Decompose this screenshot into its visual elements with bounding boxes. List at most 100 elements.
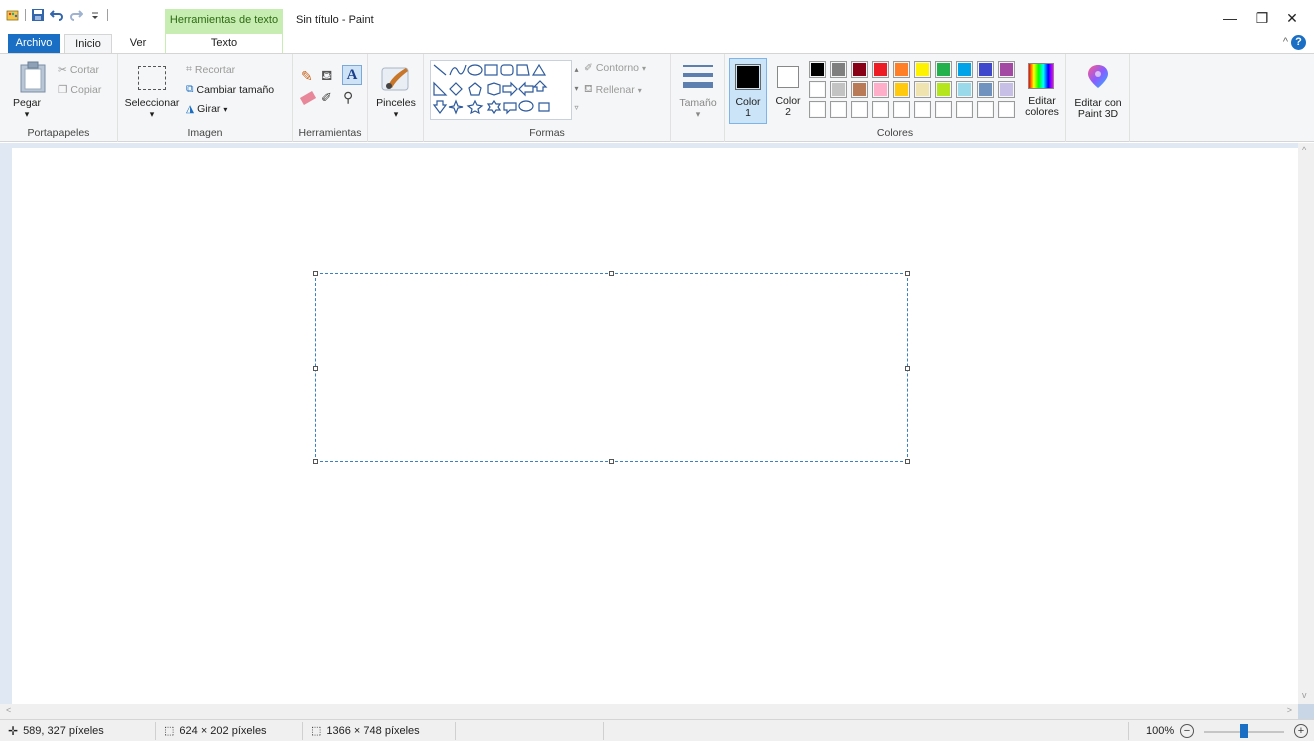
palette-swatch[interactable] [809, 81, 826, 98]
undo-icon[interactable] [50, 8, 64, 22]
paint-app-icon[interactable] [6, 8, 20, 22]
palette-swatch[interactable] [872, 61, 889, 78]
select-button[interactable]: Seleccionar ▾ [122, 58, 182, 124]
restore-button[interactable]: ❐ [1252, 8, 1272, 28]
resize-handle-top[interactable] [609, 271, 614, 276]
palette-swatch[interactable] [935, 81, 952, 98]
size-button[interactable]: Tamaño ▾ [675, 58, 721, 124]
color1-button[interactable]: Color 1 [729, 58, 767, 124]
crop-button[interactable]: ⌗ Recortar [186, 63, 235, 76]
resize-handle-right[interactable] [905, 366, 910, 371]
palette-swatch[interactable] [977, 81, 994, 98]
cut-button[interactable]: ✂ Cortar [58, 64, 99, 76]
scroll-down-icon[interactable]: v [1302, 690, 1307, 700]
palette-swatch[interactable] [998, 101, 1015, 118]
resize-handle-bottom-right[interactable] [905, 459, 910, 464]
copy-label: Copiar [70, 84, 102, 96]
palette-swatch[interactable] [977, 61, 994, 78]
palette-swatch[interactable] [830, 61, 847, 78]
zoom-slider-thumb[interactable] [1240, 724, 1248, 738]
redo-icon[interactable] [69, 8, 83, 22]
paste-button[interactable]: Pegar ▾ [10, 58, 54, 124]
palette-swatch-fill [937, 63, 950, 76]
brush-icon [381, 67, 409, 91]
outline-button[interactable]: ✐ Contorno ▾ [584, 62, 646, 74]
save-icon[interactable] [31, 8, 45, 22]
palette-swatch[interactable] [956, 101, 973, 118]
text-tool-icon[interactable]: A [342, 65, 362, 85]
palette-swatch-fill [853, 103, 866, 116]
palette-swatch[interactable] [851, 101, 868, 118]
cut-label: Cortar [69, 64, 99, 76]
palette-swatch[interactable] [809, 101, 826, 118]
resize-handle-bottom[interactable] [609, 459, 614, 464]
palette-swatch[interactable] [851, 81, 868, 98]
scroll-up-icon[interactable]: ^ [1302, 145, 1306, 155]
palette-swatch[interactable] [872, 101, 889, 118]
zoom-out-button[interactable]: − [1180, 724, 1194, 738]
group-portapapeles: Pegar ▾ ✂ Cortar ❐ Copiar Portapapeles [0, 54, 118, 142]
palette-swatch[interactable] [935, 101, 952, 118]
line-size-icon [683, 65, 713, 88]
palette-swatch[interactable] [956, 81, 973, 98]
title-bar: Herramientas de texto Sin título - Paint… [0, 0, 1314, 34]
resize-handle-left[interactable] [313, 366, 318, 371]
text-selection-box[interactable] [313, 271, 910, 464]
vertical-scrollbar[interactable]: ^ v [1298, 143, 1314, 704]
window-title: Sin título - Paint [296, 14, 374, 26]
help-icon[interactable]: ? [1291, 35, 1306, 50]
close-button[interactable]: ✕ [1282, 8, 1302, 28]
edit-colors-button[interactable]: Editar colores [1021, 58, 1065, 124]
tab-archivo[interactable]: Archivo [8, 34, 60, 53]
customize-qat-icon[interactable] [88, 8, 102, 22]
brushes-button[interactable]: Pinceles ▾ [372, 58, 420, 124]
copy-button[interactable]: ❐ Copiar [58, 84, 101, 96]
scroll-right-icon[interactable]: > [1287, 705, 1292, 715]
zoom-in-button[interactable]: + [1294, 724, 1308, 738]
palette-swatch[interactable] [914, 61, 931, 78]
palette-swatch[interactable] [956, 61, 973, 78]
tab-inicio[interactable]: Inicio [64, 34, 112, 53]
eraser-icon[interactable] [299, 91, 317, 105]
palette-swatch[interactable] [914, 101, 931, 118]
fill-button[interactable]: ⛾ Rellenar ▾ [584, 83, 642, 97]
tab-texto[interactable]: Texto [165, 34, 283, 53]
collapse-ribbon-icon[interactable]: ^ [1283, 36, 1288, 48]
scroll-left-icon[interactable]: < [6, 705, 11, 715]
magnifier-icon[interactable]: ⚲ [343, 89, 353, 106]
clipboard-icon [20, 61, 46, 93]
horizontal-scrollbar[interactable]: < > [0, 704, 1298, 719]
palette-swatch[interactable] [830, 81, 847, 98]
palette-swatch[interactable] [809, 61, 826, 78]
palette-swatch[interactable] [914, 81, 931, 98]
tab-ver[interactable]: Ver [122, 34, 154, 53]
palette-swatch[interactable] [830, 101, 847, 118]
group-label-herramientas: Herramientas [298, 127, 362, 139]
resize-handle-top-left[interactable] [313, 271, 318, 276]
color-picker-icon[interactable]: ✐ [321, 90, 332, 106]
minimize-button[interactable]: — [1220, 8, 1240, 28]
palette-swatch[interactable] [998, 61, 1015, 78]
edit-paint3d-button[interactable]: Editar con Paint 3D [1068, 58, 1128, 124]
fill-bucket-icon[interactable]: ⛾ [321, 67, 332, 86]
palette-swatch-fill [832, 83, 845, 96]
pencil-icon[interactable]: ✎ [301, 68, 313, 85]
palette-swatch[interactable] [851, 61, 868, 78]
palette-swatch[interactable] [893, 81, 910, 98]
rotate-button[interactable]: ◮ Girar ▾ [186, 103, 227, 115]
color2-button[interactable]: Color 2 [771, 58, 807, 124]
shapes-scroll[interactable]: ▴ ▾ ▿ [572, 60, 581, 120]
status-cursor-position: ✛ 589, 327 píxeles [0, 720, 150, 741]
shapes-gallery[interactable] [430, 60, 572, 120]
resize-handle-top-right[interactable] [905, 271, 910, 276]
palette-swatch[interactable] [893, 61, 910, 78]
resize-button[interactable]: ⧉ Cambiar tamaño [186, 83, 274, 96]
palette-swatch[interactable] [893, 101, 910, 118]
palette-swatch-fill [937, 103, 950, 116]
ribbon-tabs: Archivo Inicio Ver Texto ^ ? [0, 34, 1314, 53]
palette-swatch[interactable] [998, 81, 1015, 98]
palette-swatch[interactable] [935, 61, 952, 78]
palette-swatch[interactable] [977, 101, 994, 118]
resize-handle-bottom-left[interactable] [313, 459, 318, 464]
palette-swatch[interactable] [872, 81, 889, 98]
